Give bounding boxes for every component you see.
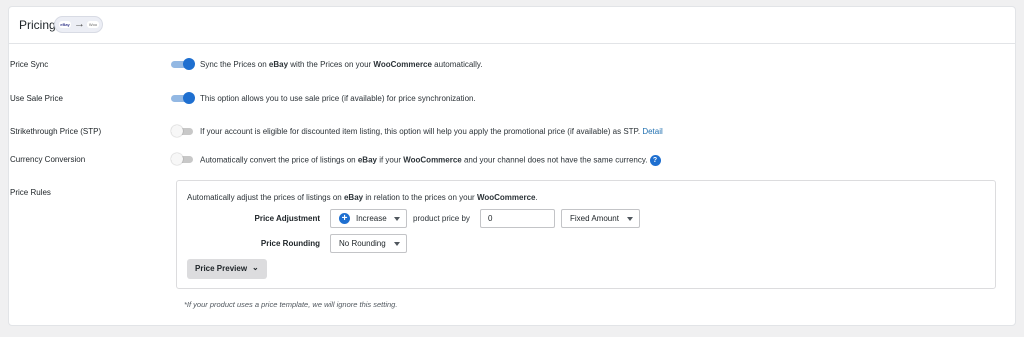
currency-conversion-label: Currency Conversion	[10, 155, 86, 164]
price-template-footnote: *If your product uses a price template, …	[184, 300, 398, 309]
strikethrough-price-description: If your account is eligible for discount…	[200, 127, 663, 136]
sync-direction-badge: eBay → Woo	[54, 16, 103, 33]
currency-conversion-description: Automatically convert the price of listi…	[200, 155, 661, 166]
chevron-down-icon	[394, 217, 400, 221]
price-preview-button[interactable]: Price Preview ⌄	[187, 259, 267, 279]
price-sync-label: Price Sync	[10, 60, 49, 69]
price-rounding-label: Price Rounding	[260, 239, 320, 248]
price-rules-panel: Automatically adjust the prices of listi…	[176, 180, 996, 289]
price-sync-toggle[interactable]	[171, 58, 195, 70]
use-sale-price-label: Use Sale Price	[10, 94, 63, 103]
arrow-right-icon: →	[74, 18, 85, 30]
adjustment-direction-select[interactable]: + Increase	[330, 209, 407, 228]
detail-link[interactable]: Detail	[642, 127, 662, 136]
strikethrough-price-label: Strikethrough Price (STP)	[10, 127, 102, 136]
strikethrough-price-toggle[interactable]	[171, 125, 195, 137]
adjustment-amount-input[interactable]	[480, 209, 555, 228]
plus-circle-icon: +	[339, 213, 350, 224]
use-sale-price-toggle[interactable]	[171, 92, 195, 104]
price-rules-label: Price Rules	[10, 188, 51, 197]
price-rounding-select[interactable]: No Rounding	[330, 234, 407, 253]
price-rules-intro: Automatically adjust the prices of listi…	[187, 193, 538, 202]
product-price-by-text: product price by	[413, 214, 470, 223]
currency-conversion-toggle[interactable]	[171, 153, 195, 165]
woocommerce-logo-icon: Woo	[87, 21, 99, 28]
card-header: Pricing eBay → Woo	[9, 7, 1015, 44]
use-sale-price-description: This option allows you to use sale price…	[200, 94, 476, 103]
chevron-down-icon	[627, 217, 633, 221]
price-adjustment-label: Price Adjustment	[254, 214, 321, 223]
ebay-logo-icon: eBay	[59, 21, 71, 28]
help-icon[interactable]: ?	[649, 155, 661, 166]
chevron-down-icon: ⌄	[252, 263, 259, 272]
section-title: Pricing	[19, 18, 56, 32]
chevron-down-icon	[394, 242, 400, 246]
price-sync-description: Sync the Prices on eBay with the Prices …	[200, 60, 483, 69]
adjustment-type-select[interactable]: Fixed Amount	[561, 209, 640, 228]
